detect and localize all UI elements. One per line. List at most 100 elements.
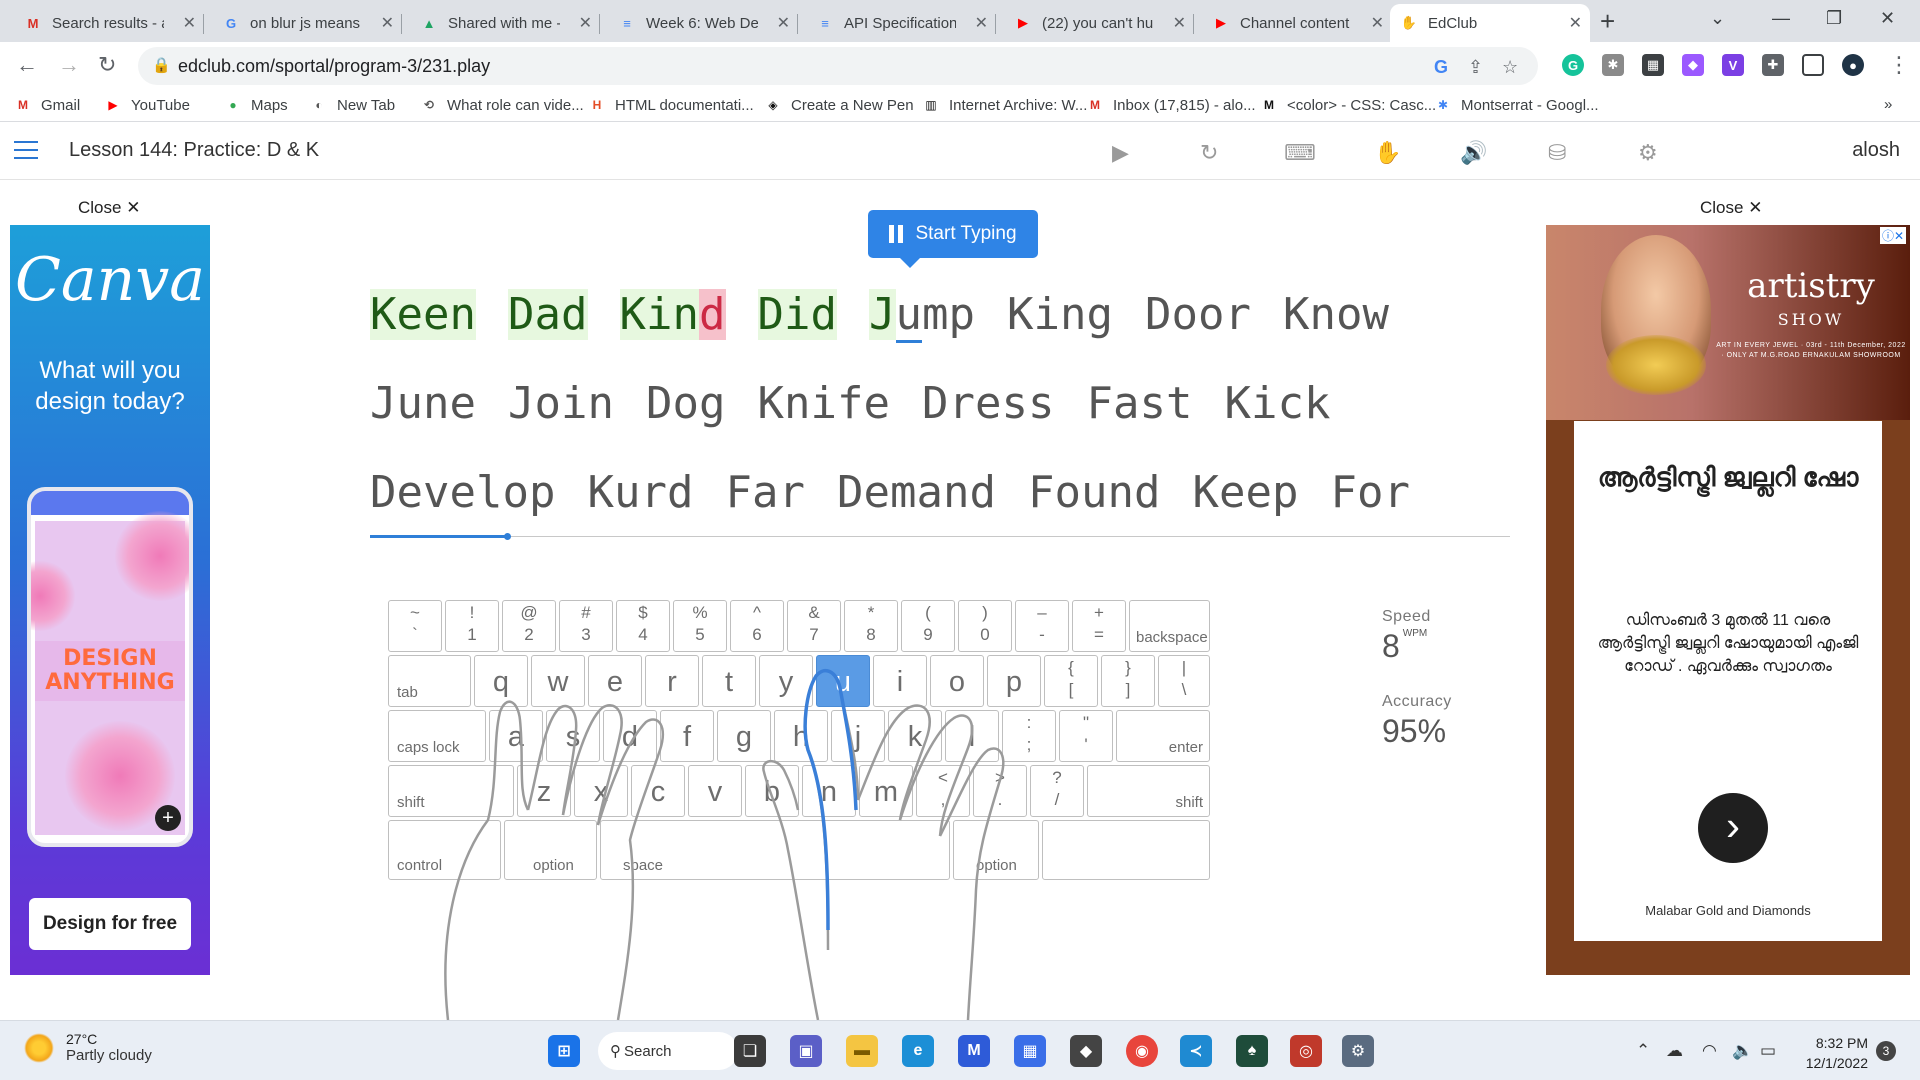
- key-g[interactable]: g: [717, 710, 771, 762]
- tab-close-icon[interactable]: ✕: [183, 13, 196, 33]
- chrome-icon[interactable]: ◉: [1126, 1035, 1158, 1067]
- key-p[interactable]: p: [987, 655, 1041, 707]
- microsoft-store-icon[interactable]: ▦: [1014, 1035, 1046, 1067]
- chrome-menu-icon[interactable]: ⋮: [1888, 52, 1910, 78]
- key-punct[interactable]: " ': [1059, 710, 1113, 762]
- key-punct[interactable]: ? /: [1030, 765, 1084, 817]
- key-w[interactable]: w: [531, 655, 585, 707]
- close-window-button[interactable]: ✕: [1880, 8, 1895, 29]
- volume-icon[interactable]: 🔈: [1732, 1041, 1753, 1061]
- key-7[interactable]: & 7: [787, 600, 841, 652]
- chevron-up-icon[interactable]: ⌃: [1636, 1041, 1650, 1061]
- key-o[interactable]: o: [930, 655, 984, 707]
- address-bar[interactable]: 🔒 edclub.com/sportal/program-3/231.play …: [138, 47, 1538, 85]
- key-5[interactable]: % 5: [673, 600, 727, 652]
- more-bookmarks-chevron-icon[interactable]: »: [1884, 96, 1892, 113]
- m-app-icon[interactable]: M: [958, 1035, 990, 1067]
- key-2[interactable]: @2: [502, 600, 556, 652]
- taskbar-search[interactable]: ⚲ Search: [598, 1032, 738, 1070]
- teams-chat-icon[interactable]: ▣: [790, 1035, 822, 1067]
- canva-ad[interactable]: Canva What will you design today? DESIGN…: [10, 225, 210, 975]
- bookmark-item[interactable]: ⟲ What role can vide...: [420, 96, 584, 114]
- settings-gear-icon[interactable]: ⚙: [1638, 140, 1658, 166]
- key-h[interactable]: h: [774, 710, 828, 762]
- key-z[interactable]: z: [517, 765, 571, 817]
- key-t[interactable]: t: [702, 655, 756, 707]
- key-v[interactable]: v: [688, 765, 742, 817]
- key-8[interactable]: * 8: [844, 600, 898, 652]
- right-option-key[interactable]: option: [953, 820, 1039, 880]
- browser-tab[interactable]: ▲ Shared with me - ✕: [410, 4, 600, 42]
- google-lens-icon[interactable]: G: [1434, 57, 1448, 78]
- key-b[interactable]: b: [745, 765, 799, 817]
- mongodb-icon[interactable]: ♠: [1236, 1035, 1268, 1067]
- key-9[interactable]: (9: [901, 600, 955, 652]
- tab-close-icon[interactable]: ✕: [1569, 13, 1582, 33]
- bookmark-item[interactable]: ▥ Internet Archive: W...: [922, 96, 1087, 114]
- left-option-key[interactable]: option: [504, 820, 597, 880]
- malabar-gold-ad[interactable]: artistry SHOW ART IN EVERY JEWEL · 03rd …: [1546, 225, 1910, 975]
- start-typing-button[interactable]: Start Typing: [868, 210, 1038, 268]
- restart-icon[interactable]: ↻: [1200, 140, 1218, 166]
- close-left-ad-button[interactable]: Close ✕: [78, 198, 140, 218]
- key--[interactable]: – -: [1015, 600, 1069, 652]
- close-right-ad-button[interactable]: Close ✕: [1700, 198, 1762, 218]
- minimize-button[interactable]: —: [1772, 8, 1790, 29]
- key-punct[interactable]: <,: [916, 765, 970, 817]
- key-l[interactable]: l: [945, 710, 999, 762]
- key-m[interactable]: m: [859, 765, 913, 817]
- keyboard-icon[interactable]: ⌨: [1284, 140, 1316, 166]
- typing-text-area[interactable]: Keen Dad Kind Did Jump King Door Know June Join D…: [370, 270, 1510, 540]
- backspace-key[interactable]: backspace: [1129, 600, 1210, 652]
- bookmark-item[interactable]: M <color> - CSS: Casc...: [1260, 96, 1436, 114]
- browser-tab[interactable]: Gon blur js means ✕: [212, 4, 402, 42]
- task-view-icon[interactable]: ❏: [734, 1035, 766, 1067]
- key-x[interactable]: x: [574, 765, 628, 817]
- forward-arrow-icon[interactable]: →: [58, 52, 80, 78]
- bookmark-item[interactable]: ◐ New Tab: [310, 96, 395, 114]
- key-bracket[interactable]: }]: [1101, 655, 1155, 707]
- vscode-icon[interactable]: ≺: [1180, 1035, 1212, 1067]
- side-panel-icon[interactable]: [1802, 54, 1824, 76]
- hamburger-menu-icon[interactable]: [14, 141, 38, 159]
- tab-close-icon[interactable]: ✕: [975, 13, 988, 33]
- new-tab-button[interactable]: +: [1600, 6, 1615, 37]
- sound-icon[interactable]: 🔊: [1460, 140, 1487, 166]
- browser-tab[interactable]: ▶ (22) you can't hur ✕: [1004, 4, 1194, 42]
- key-bracket[interactable]: {[: [1044, 655, 1098, 707]
- key-n[interactable]: n: [802, 765, 856, 817]
- key-d[interactable]: d: [603, 710, 657, 762]
- control-key[interactable]: control: [388, 820, 501, 880]
- tab-close-icon[interactable]: ✕: [1371, 13, 1384, 33]
- tab-close-icon[interactable]: ✕: [777, 13, 790, 33]
- bookmark-item[interactable]: M Inbox (17,815) - alo...: [1086, 96, 1256, 114]
- key-3[interactable]: #3: [559, 600, 613, 652]
- browser-tab[interactable]: ▶ Channel content ✕: [1202, 4, 1392, 42]
- file-explorer-icon[interactable]: ▬: [846, 1035, 878, 1067]
- v-extension-icon[interactable]: V: [1722, 54, 1744, 76]
- enter-key[interactable]: enter: [1116, 710, 1210, 762]
- puzzle-extensions-icon[interactable]: ✚: [1762, 54, 1784, 76]
- key-e[interactable]: e: [588, 655, 642, 707]
- space-key[interactable]: space: [600, 820, 950, 880]
- key-`[interactable]: ~ `: [388, 600, 442, 652]
- caps-lock-key[interactable]: caps lock: [388, 710, 486, 762]
- share-icon[interactable]: ⇪: [1468, 57, 1483, 78]
- key-punct[interactable]: :;: [1002, 710, 1056, 762]
- profile-avatar[interactable]: ●: [1842, 54, 1864, 76]
- user-name[interactable]: alosh: [1852, 139, 1900, 162]
- grammarly-extension-icon[interactable]: G: [1562, 54, 1584, 76]
- browser-tab[interactable]: ≡ API Specification ✕: [806, 4, 996, 42]
- extension-icon[interactable]: ▦: [1642, 54, 1664, 76]
- key-punct[interactable]: >.: [973, 765, 1027, 817]
- key-bracket[interactable]: | \: [1158, 655, 1210, 707]
- key-c[interactable]: c: [631, 765, 685, 817]
- weather-widget[interactable]: 27°C Partly cloudy: [24, 1031, 152, 1064]
- key-4[interactable]: $4: [616, 600, 670, 652]
- blank-key[interactable]: [1042, 820, 1210, 880]
- app-icon[interactable]: ◎: [1290, 1035, 1322, 1067]
- back-arrow-icon[interactable]: ←: [16, 52, 38, 78]
- design-for-free-button[interactable]: Design for free: [29, 898, 191, 950]
- unity-icon[interactable]: ◆: [1070, 1035, 1102, 1067]
- tab-search-chevron-icon[interactable]: ⌄: [1710, 8, 1725, 29]
